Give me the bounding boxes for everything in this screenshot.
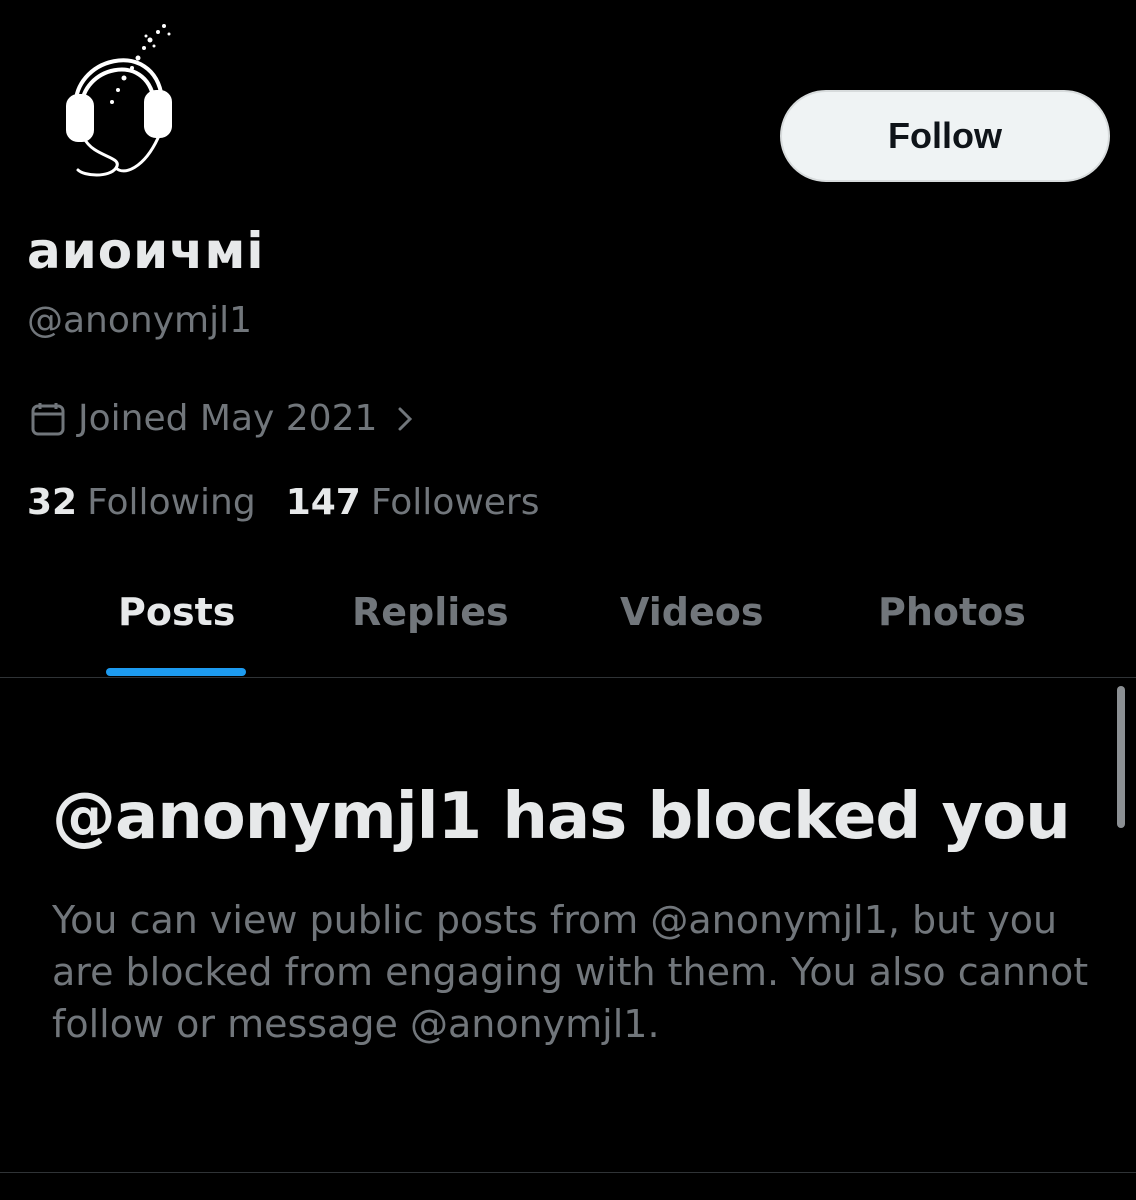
headphones-icon bbox=[66, 24, 172, 177]
profile-page: Follow аиоичмі @anonymjl1 Joined May 202… bbox=[0, 0, 1136, 1200]
tab-videos[interactable]: Videos bbox=[620, 590, 763, 634]
calendar-icon bbox=[31, 402, 65, 435]
tab-photos[interactable]: Photos bbox=[878, 590, 1026, 634]
joined-date-row[interactable]: Joined May 2021 bbox=[28, 398, 419, 439]
divider bbox=[0, 1172, 1136, 1173]
avatar[interactable] bbox=[54, 18, 184, 188]
followers-label: Followers bbox=[370, 482, 540, 523]
follow-button[interactable]: Follow bbox=[780, 90, 1110, 182]
profile-stats: 32 Following 147 Followers bbox=[27, 482, 570, 523]
joined-date: Joined May 2021 bbox=[78, 398, 378, 439]
profile-tabs: Posts Replies Videos Photos bbox=[0, 560, 1136, 678]
following-label: Following bbox=[87, 482, 256, 523]
tab-posts[interactable]: Posts bbox=[118, 590, 235, 634]
following-count: 32 bbox=[27, 482, 78, 523]
display-name: аиоичмі bbox=[27, 222, 265, 280]
followers-link[interactable]: 147 Followers bbox=[286, 482, 540, 523]
followers-count: 147 bbox=[285, 482, 361, 523]
scrollbar[interactable] bbox=[1117, 686, 1125, 828]
chevron-right-icon bbox=[398, 407, 413, 430]
active-tab-indicator bbox=[106, 668, 246, 676]
profile-handle: @anonymjl1 bbox=[27, 300, 252, 341]
tab-replies[interactable]: Replies bbox=[352, 590, 509, 634]
following-link[interactable]: 32 Following bbox=[27, 482, 256, 523]
blocked-message: You can view public posts from @anonymjl… bbox=[52, 898, 1089, 1046]
blocked-title: @anonymjl1 has blocked you bbox=[52, 780, 1071, 854]
